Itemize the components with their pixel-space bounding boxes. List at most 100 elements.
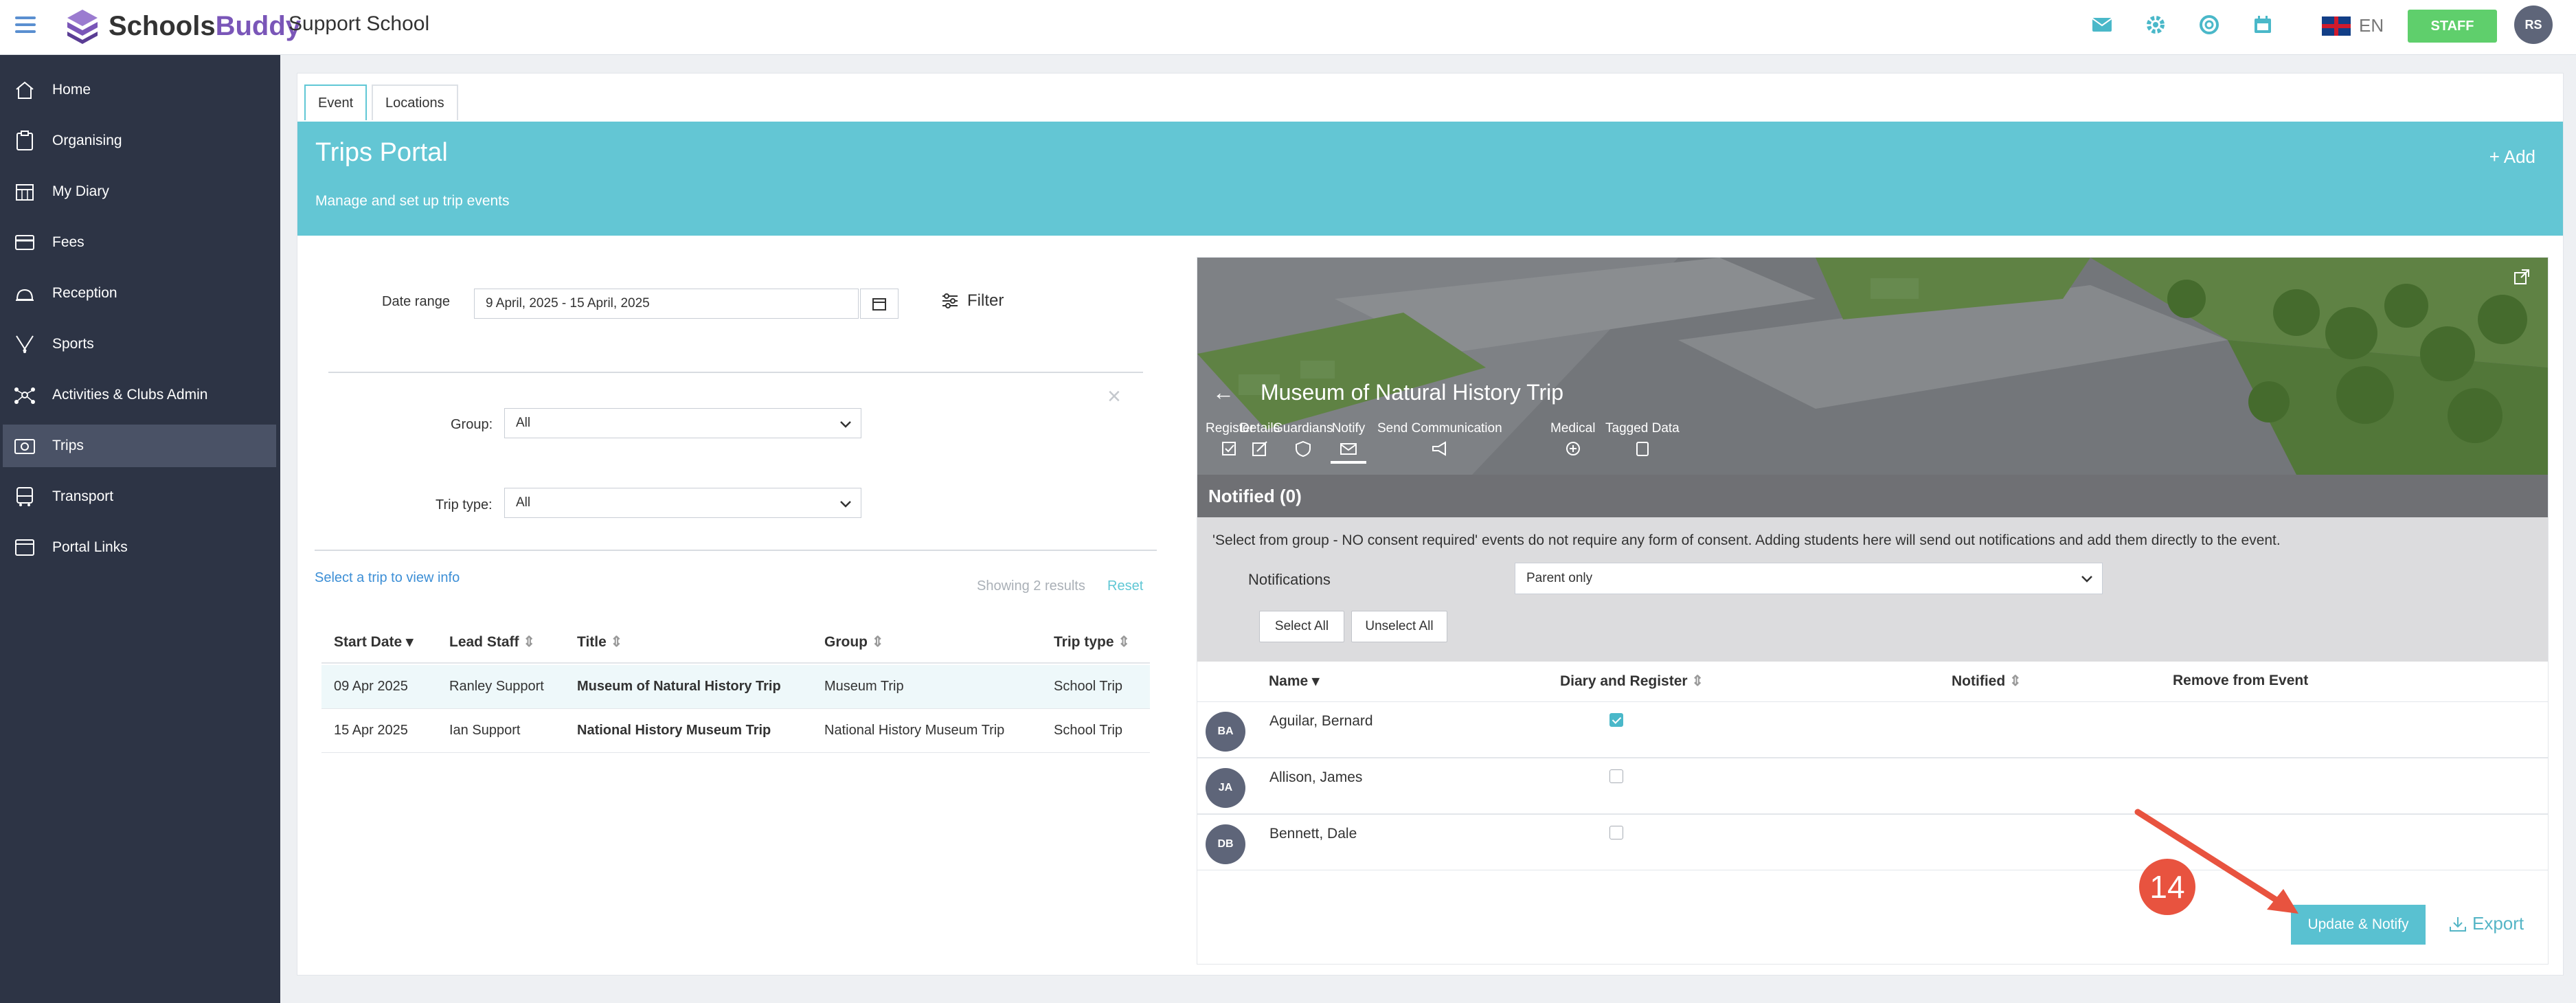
student-name: Aguilar, Bernard xyxy=(1269,713,1373,729)
sidebar-item-label: Portal Links xyxy=(52,539,128,555)
sidebar-item-label: Sports xyxy=(52,336,94,352)
notified-header: Notified (0) xyxy=(1197,475,2548,517)
add-button[interactable]: + Add xyxy=(2489,146,2535,168)
tab-notify[interactable]: Notify xyxy=(1331,421,1366,464)
sidebar-item-sports[interactable]: Sports xyxy=(3,323,276,365)
divider xyxy=(328,372,1143,373)
avatar: BA xyxy=(1206,712,1245,752)
diary-register-checkbox[interactable] xyxy=(1609,826,1623,839)
link-icon xyxy=(11,534,38,561)
table-row: JA Allison, James xyxy=(1197,758,2548,814)
trips-banner: Trips Portal Manage and set up trip even… xyxy=(297,122,2563,236)
sidebar-item-trips[interactable]: Trips xyxy=(3,425,276,467)
notifications-label: Notifications xyxy=(1248,571,1331,588)
trip-type-label: Trip type: xyxy=(436,497,493,512)
col-name[interactable]: Name ▾ xyxy=(1269,673,1320,690)
trip-type-select[interactable]: All xyxy=(504,488,861,518)
date-range-input[interactable]: 9 April, 2025 - 15 April, 2025 xyxy=(474,289,859,319)
step-number-badge: 14 xyxy=(2139,859,2195,915)
cell-start-date: 15 Apr 2025 xyxy=(334,723,408,738)
select-trip-link[interactable]: Select a trip to view info xyxy=(315,570,460,586)
diary-register-checkbox[interactable] xyxy=(1609,713,1623,727)
sidebar-item-fees[interactable]: Fees xyxy=(3,221,276,264)
expand-icon[interactable] xyxy=(2513,269,2530,289)
close-icon[interactable]: × xyxy=(1107,383,1121,410)
back-arrow-icon[interactable]: ← xyxy=(1212,380,1234,405)
edit-icon xyxy=(1252,441,1267,456)
sidebar-item-label: Reception xyxy=(52,285,117,301)
unselect-all-button[interactable]: Unselect All xyxy=(1351,611,1447,642)
calendar-icon xyxy=(11,178,38,205)
date-range-value: 9 April, 2025 - 15 April, 2025 xyxy=(486,296,650,311)
sidebar-item-my-diary[interactable]: My Diary xyxy=(3,170,276,213)
col-group[interactable]: Group ⇕ xyxy=(824,633,883,651)
sidebar-item-transport[interactable]: Transport xyxy=(3,475,276,518)
calendar-icon[interactable] xyxy=(2249,11,2276,38)
cell-group: National History Museum Trip xyxy=(824,723,1005,738)
tab-event[interactable]: Event xyxy=(304,84,368,120)
tab-medical[interactable]: Medical xyxy=(1550,421,1595,457)
cell-title: Museum of Natural History Trip xyxy=(577,679,781,694)
top-bar: SchoolsBuddy Support School EN STAFF RS xyxy=(0,0,2576,55)
export-label: Export xyxy=(2472,913,2524,934)
group-label: Group: xyxy=(451,417,493,432)
update-notify-button[interactable]: Update & Notify xyxy=(2291,905,2426,945)
language-selector[interactable]: EN xyxy=(2322,15,2384,36)
calendar-picker-button[interactable] xyxy=(860,289,899,319)
tab-tagged-data[interactable]: Tagged Data xyxy=(1605,421,1680,457)
sidebar-item-reception[interactable]: Reception xyxy=(3,272,276,315)
bus-icon xyxy=(11,483,38,510)
megaphone-icon xyxy=(1432,441,1446,456)
export-button[interactable]: Export xyxy=(2449,913,2524,934)
group-select[interactable]: All xyxy=(504,408,861,438)
notifications-value: Parent only xyxy=(1526,571,1593,585)
network-icon xyxy=(11,381,38,409)
sidebar-item-portal-links[interactable]: Portal Links xyxy=(3,526,276,569)
table-row[interactable]: 09 Apr 2025 Ranley Support Museum of Nat… xyxy=(321,665,1150,709)
reset-link[interactable]: Reset xyxy=(1107,578,1143,594)
col-notified[interactable]: Notified ⇕ xyxy=(1952,673,2022,690)
notifications-select[interactable]: Parent only xyxy=(1515,563,2103,594)
results-count: Showing 2 results xyxy=(977,578,1085,594)
table-row: BA Aguilar, Bernard xyxy=(1197,701,2548,758)
page-title: Trips Portal xyxy=(315,138,448,167)
menu-icon[interactable] xyxy=(15,12,43,40)
logo[interactable]: SchoolsBuddy xyxy=(63,0,301,52)
col-start-date[interactable]: Start Date ▾ xyxy=(334,633,414,651)
chevron-down-icon xyxy=(840,421,851,428)
gear-icon[interactable] xyxy=(2142,11,2169,38)
uk-flag-icon xyxy=(2322,16,2351,36)
card-icon xyxy=(11,229,38,256)
diary-register-checkbox[interactable] xyxy=(1609,769,1623,783)
filter-label: Filter xyxy=(967,291,1004,310)
consent-info-text: 'Select from group - NO consent required… xyxy=(1212,532,2281,548)
col-title[interactable]: Title ⇕ xyxy=(577,633,622,651)
tab-guardians[interactable]: Guardians xyxy=(1273,421,1333,457)
sidebar-item-label: Activities & Clubs Admin xyxy=(52,387,208,403)
mail-icon[interactable] xyxy=(2088,11,2116,38)
avatar: JA xyxy=(1206,768,1245,808)
filter-button[interactable]: Filter xyxy=(941,291,1004,311)
tab-locations[interactable]: Locations xyxy=(372,84,458,120)
user-avatar[interactable]: RS xyxy=(2514,5,2553,44)
student-name: Allison, James xyxy=(1269,769,1363,785)
mail-icon xyxy=(1340,443,1357,455)
sidebar-item-activities[interactable]: Activities & Clubs Admin xyxy=(3,374,276,416)
tab-send-communication[interactable]: Send Communication xyxy=(1377,421,1502,457)
help-icon[interactable] xyxy=(2195,11,2223,38)
table-row[interactable]: 15 Apr 2025 Ian Support National History… xyxy=(321,709,1150,753)
date-range-label: Date range xyxy=(382,294,450,309)
clipboard-icon xyxy=(11,127,38,155)
sidebar-item-home[interactable]: Home xyxy=(3,69,276,111)
col-diary-register[interactable]: Diary and Register ⇕ xyxy=(1560,673,1704,690)
staff-badge[interactable]: STAFF xyxy=(2408,10,2497,43)
trip-title: Museum of Natural History Trip xyxy=(1261,380,1564,405)
col-lead-staff[interactable]: Lead Staff ⇕ xyxy=(449,633,535,651)
select-all-button[interactable]: Select All xyxy=(1259,611,1344,642)
cell-trip-type: School Trip xyxy=(1054,679,1123,694)
cell-lead-staff: Ranley Support xyxy=(449,679,544,694)
sports-icon xyxy=(11,330,38,358)
sidebar-item-organising[interactable]: Organising xyxy=(3,120,276,162)
sidebar-item-label: My Diary xyxy=(52,183,109,199)
col-trip-type[interactable]: Trip type ⇕ xyxy=(1054,633,1130,651)
